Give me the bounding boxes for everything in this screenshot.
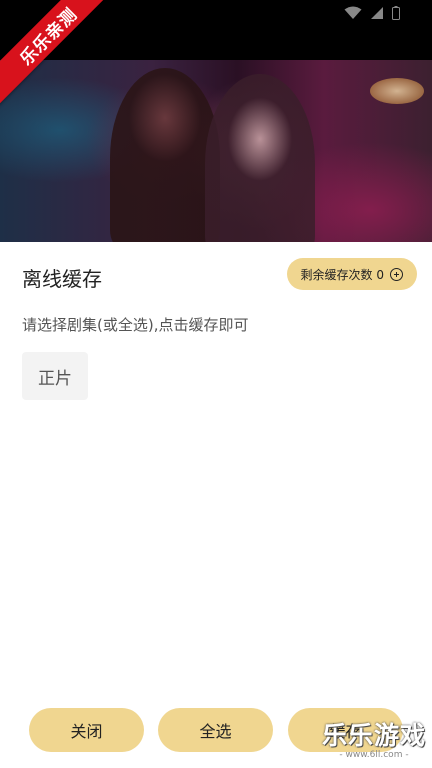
page-title: 离线缓存 [22,267,102,291]
select-all-button[interactable]: 全选 [158,708,273,752]
close-button[interactable]: 关闭 [29,708,144,752]
episode-chip[interactable]: 正片 [22,352,88,400]
video-player[interactable] [0,60,432,242]
video-person-right [205,74,315,242]
add-circle-icon[interactable] [390,267,403,281]
remaining-cache-button[interactable]: 剩余缓存次数 0 [286,258,417,290]
battery-icon [392,6,400,20]
wifi-icon [344,6,362,19]
status-icons [344,6,400,20]
signal-icon [371,7,383,19]
watermark-logo-text: 乐乐游戏 [321,721,426,750]
offline-cache-header: 离线缓存 剩余缓存次数 0 [0,255,432,295]
instruction-text: 请选择剧集(或全选),点击缓存即可 [22,316,249,334]
remaining-cache-label: 剩余缓存次数 0 [300,267,384,282]
video-lamp [370,78,424,104]
video-person-left [110,68,220,242]
watermark-logo: 乐乐游戏 - www.6ll.com - [318,716,430,766]
